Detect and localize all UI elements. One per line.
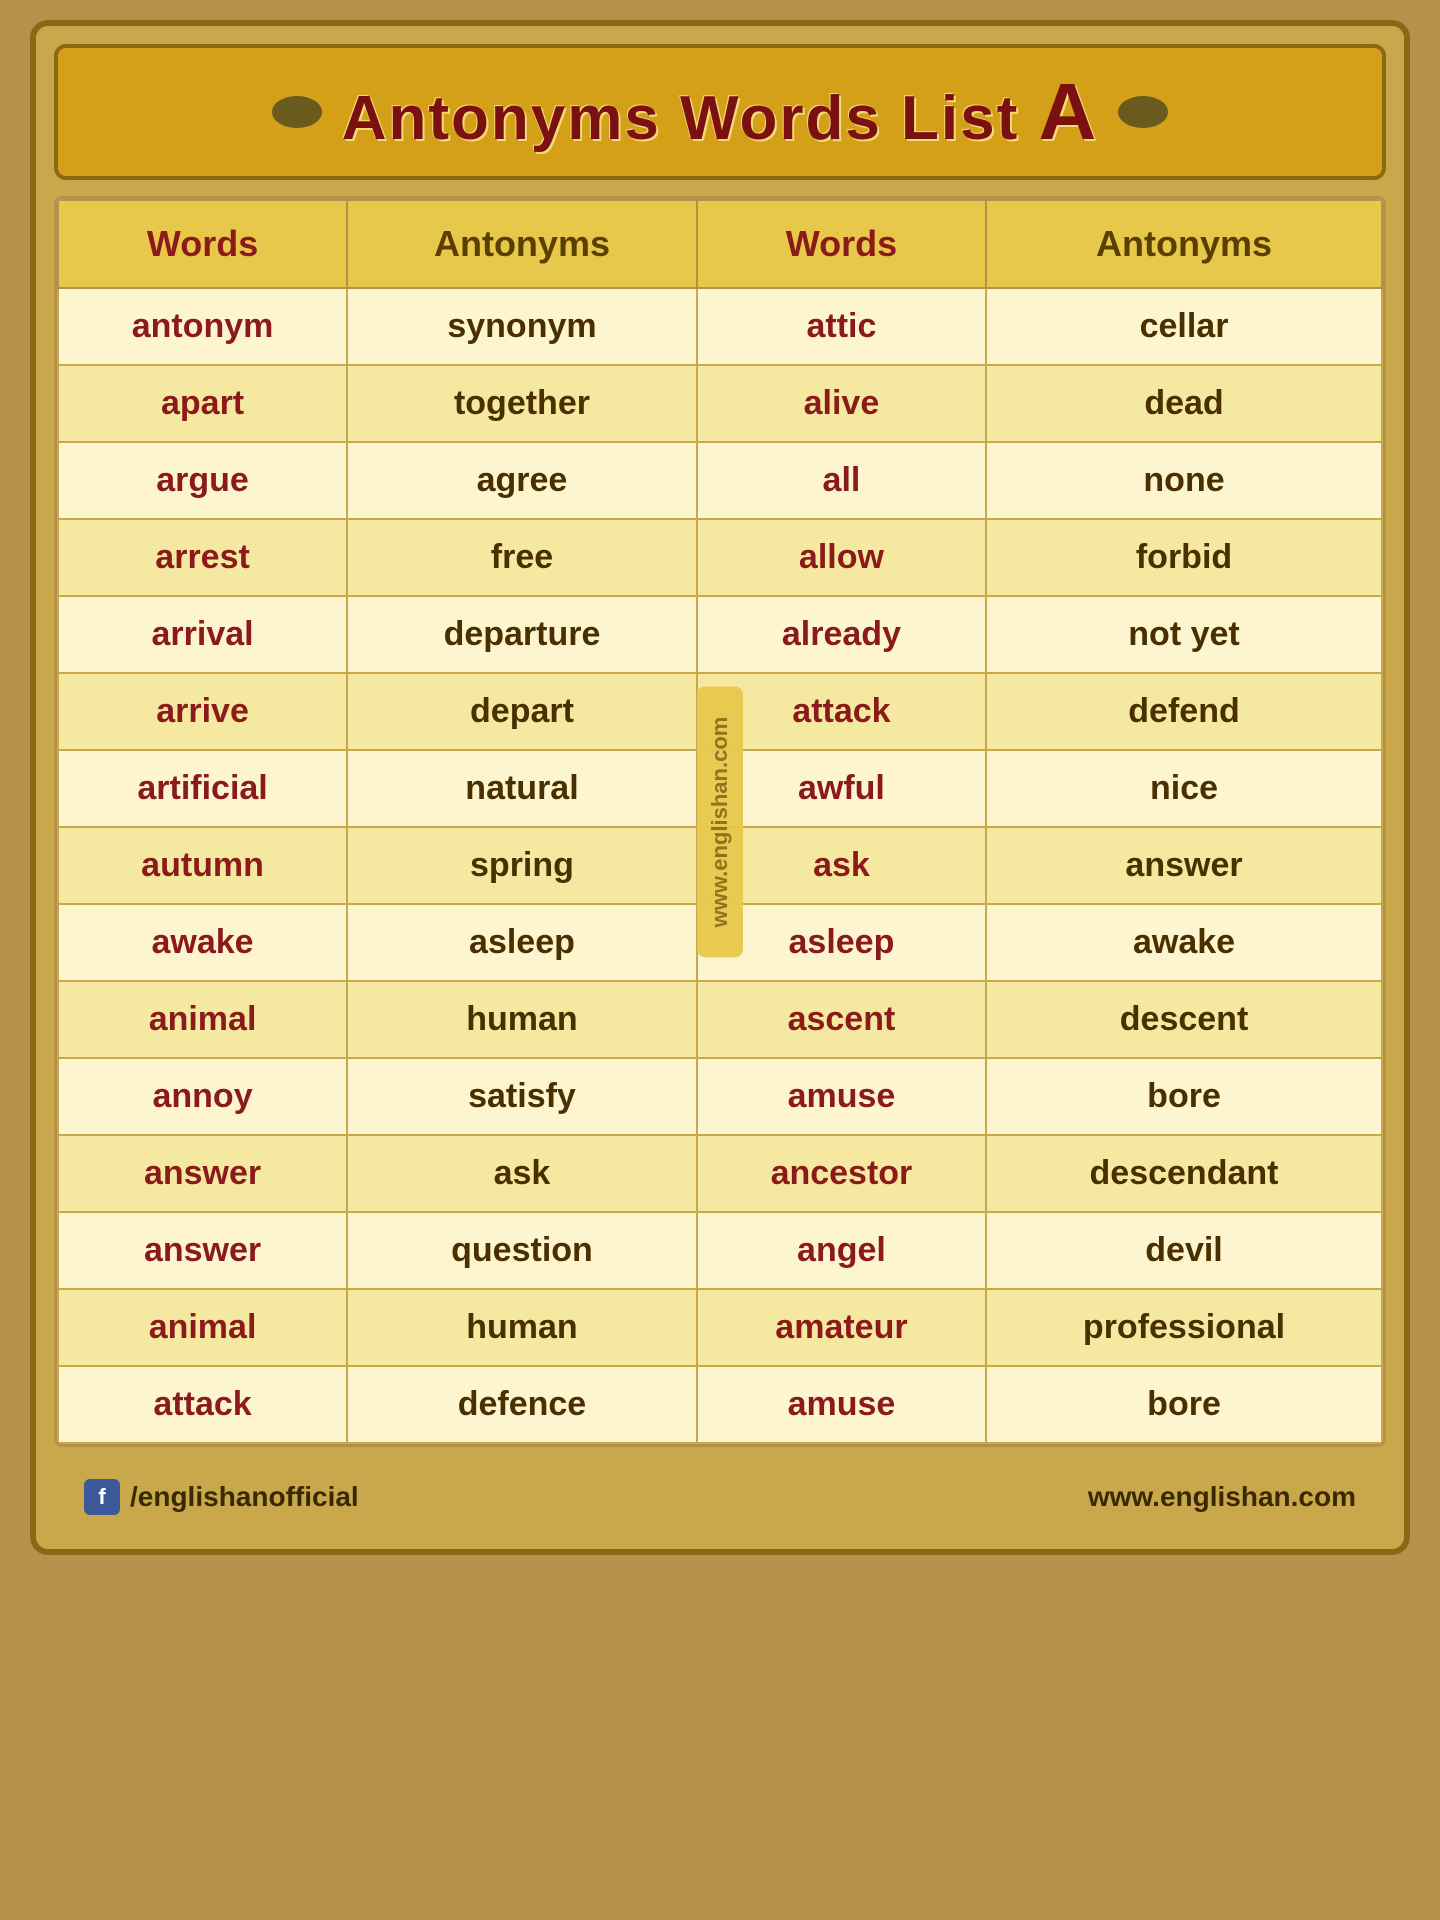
- cell-10-3: bore: [986, 1058, 1382, 1135]
- cell-10-1: satisfy: [347, 1058, 697, 1135]
- cell-3-2: allow: [697, 519, 986, 596]
- cell-4-3: not yet: [986, 596, 1382, 673]
- title-letter: A: [1039, 67, 1099, 156]
- cell-8-2: asleep: [697, 904, 986, 981]
- cell-1-0: apart: [58, 365, 347, 442]
- title-prefix: Antonyms Words List: [342, 84, 1020, 153]
- cell-5-2: attack: [697, 673, 986, 750]
- cell-6-0: artificial: [58, 750, 347, 827]
- cell-12-0: answer: [58, 1212, 347, 1289]
- cell-1-3: dead: [986, 365, 1382, 442]
- cell-0-1: synonym: [347, 288, 697, 365]
- cell-7-2: ask: [697, 827, 986, 904]
- cell-14-0: attack: [58, 1366, 347, 1443]
- cell-9-3: descent: [986, 981, 1382, 1058]
- cell-4-1: departure: [347, 596, 697, 673]
- cell-12-3: devil: [986, 1212, 1382, 1289]
- table-header-row: Words Antonyms Words Antonyms: [58, 200, 1382, 288]
- cell-10-2: amuse: [697, 1058, 986, 1135]
- cell-2-3: none: [986, 442, 1382, 519]
- col-header-words2: Words: [697, 200, 986, 288]
- table-row: argueagreeallnone: [58, 442, 1382, 519]
- title-text: Antonyms Words List A: [342, 66, 1099, 158]
- cell-14-3: bore: [986, 1366, 1382, 1443]
- table-wrapper: www.englishan.com Words Antonyms Words A…: [54, 196, 1386, 1447]
- cell-2-2: all: [697, 442, 986, 519]
- table-row: arrivaldeparturealreadynot yet: [58, 596, 1382, 673]
- cell-13-3: professional: [986, 1289, 1382, 1366]
- table-row: attackdefenceamusebore: [58, 1366, 1382, 1443]
- table-row: answeraskancestordescendant: [58, 1135, 1382, 1212]
- cell-7-3: answer: [986, 827, 1382, 904]
- table-row: awakeasleepasleepawake: [58, 904, 1382, 981]
- cell-11-0: answer: [58, 1135, 347, 1212]
- cell-13-0: animal: [58, 1289, 347, 1366]
- cell-12-2: angel: [697, 1212, 986, 1289]
- cell-7-0: autumn: [58, 827, 347, 904]
- cell-13-2: amateur: [697, 1289, 986, 1366]
- cell-7-1: spring: [347, 827, 697, 904]
- table-row: annoysatisfyamusebore: [58, 1058, 1382, 1135]
- col-header-antonyms2: Antonyms: [986, 200, 1382, 288]
- cell-6-3: nice: [986, 750, 1382, 827]
- cell-13-1: human: [347, 1289, 697, 1366]
- cell-11-2: ancestor: [697, 1135, 986, 1212]
- table-row: answerquestionangeldevil: [58, 1212, 1382, 1289]
- title-bar: Antonyms Words List A: [54, 44, 1386, 180]
- social-handle: /englishanofficial: [130, 1481, 359, 1513]
- cell-8-1: asleep: [347, 904, 697, 981]
- facebook-icon: f: [84, 1479, 120, 1515]
- table-row: arrivedepartattackdefend: [58, 673, 1382, 750]
- footer: f /englishanofficial www.englishan.com: [54, 1463, 1386, 1531]
- cell-3-1: free: [347, 519, 697, 596]
- table-row: antonymsynonymatticcellar: [58, 288, 1382, 365]
- cell-9-2: ascent: [697, 981, 986, 1058]
- cell-11-1: ask: [347, 1135, 697, 1212]
- antonyms-table: Words Antonyms Words Antonyms antonymsyn…: [57, 199, 1383, 1444]
- cell-5-3: defend: [986, 673, 1382, 750]
- table-row: autumnspringaskanswer: [58, 827, 1382, 904]
- col-header-antonyms1: Antonyms: [347, 200, 697, 288]
- cell-5-1: depart: [347, 673, 697, 750]
- cell-9-0: animal: [58, 981, 347, 1058]
- table-row: animalhumanamateurprofessional: [58, 1289, 1382, 1366]
- cell-1-2: alive: [697, 365, 986, 442]
- right-oval: [1118, 96, 1168, 128]
- cell-1-1: together: [347, 365, 697, 442]
- cell-0-2: attic: [697, 288, 986, 365]
- cell-2-1: agree: [347, 442, 697, 519]
- main-container: Antonyms Words List A www.englishan.com …: [30, 20, 1410, 1555]
- table-row: animalhumanascentdescent: [58, 981, 1382, 1058]
- cell-5-0: arrive: [58, 673, 347, 750]
- cell-2-0: argue: [58, 442, 347, 519]
- cell-9-1: human: [347, 981, 697, 1058]
- cell-4-0: arrival: [58, 596, 347, 673]
- cell-4-2: already: [697, 596, 986, 673]
- cell-3-3: forbid: [986, 519, 1382, 596]
- cell-0-0: antonym: [58, 288, 347, 365]
- cell-6-2: awful: [697, 750, 986, 827]
- cell-3-0: arrest: [58, 519, 347, 596]
- cell-0-3: cellar: [986, 288, 1382, 365]
- table-row: aparttogetheralivedead: [58, 365, 1382, 442]
- cell-10-0: annoy: [58, 1058, 347, 1135]
- cell-11-3: descendant: [986, 1135, 1382, 1212]
- col-header-words1: Words: [58, 200, 347, 288]
- footer-left: f /englishanofficial: [84, 1479, 359, 1515]
- table-row: artificialnaturalawfulnice: [58, 750, 1382, 827]
- cell-8-3: awake: [986, 904, 1382, 981]
- cell-6-1: natural: [347, 750, 697, 827]
- left-oval: [272, 96, 322, 128]
- cell-8-0: awake: [58, 904, 347, 981]
- cell-14-1: defence: [347, 1366, 697, 1443]
- table-row: arrestfreeallowforbid: [58, 519, 1382, 596]
- cell-14-2: amuse: [697, 1366, 986, 1443]
- footer-website: www.englishan.com: [1088, 1481, 1356, 1513]
- cell-12-1: question: [347, 1212, 697, 1289]
